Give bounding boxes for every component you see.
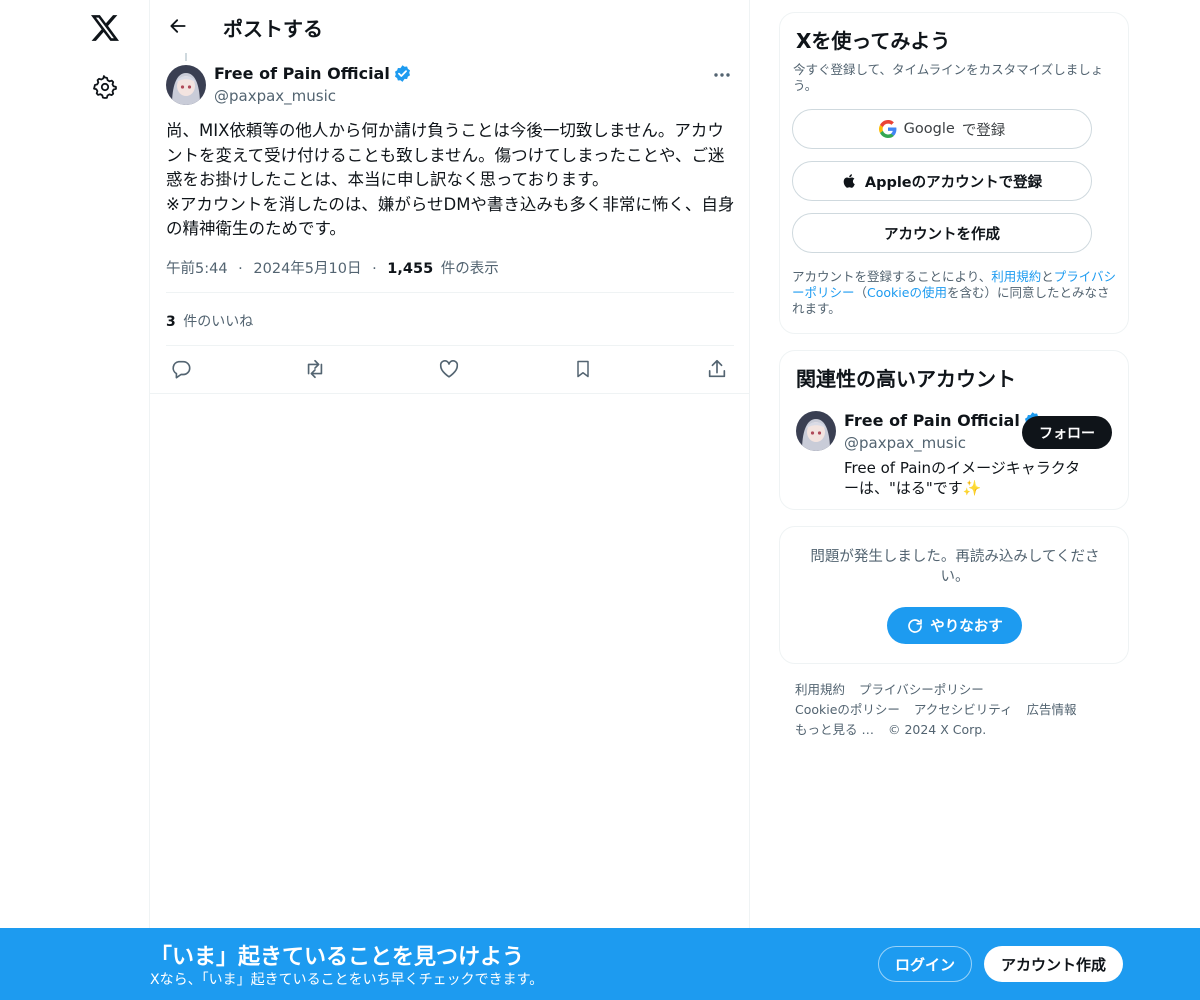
cookie-link[interactable]: Cookieの使用: [867, 285, 947, 300]
terms-paren-open: （: [854, 285, 868, 300]
verified-badge-icon: [394, 65, 410, 82]
related-account-name-text: Free of Pain Official: [844, 411, 1020, 430]
google-signup-button[interactable]: Google で登録: [792, 109, 1092, 149]
post-actions: [166, 356, 734, 382]
likes-count: 3: [166, 314, 176, 330]
related-card-title: 関連性の高いアカウント: [796, 367, 1016, 391]
signup-card: Xを使ってみよう 今すぐ登録して、タイムラインをカスタマイズしましょう。 Goo…: [779, 12, 1129, 334]
refresh-icon: [908, 618, 923, 633]
views-label: 件の表示: [440, 261, 499, 277]
footer-link-accessibility[interactable]: アクセシビリティ: [914, 702, 1013, 717]
signup-terms: アカウントを登録することにより、利用規約とプライバシーポリシー（Cookieの使…: [792, 269, 1120, 317]
gear-icon[interactable]: [87, 69, 123, 105]
avatar[interactable]: [796, 411, 836, 451]
error-card: 問題が発生しました。再読み込みしてください。 やりなおす: [779, 526, 1129, 664]
related-account-name[interactable]: Free of Pain Official: [844, 411, 1042, 430]
footer-link-cookie[interactable]: Cookieのポリシー: [795, 702, 900, 717]
meta-separator: ·: [372, 261, 377, 277]
related-account-handle[interactable]: @paxpax_music: [844, 434, 966, 452]
signup-card-title: Xを使ってみよう: [796, 29, 951, 53]
bookmark-icon[interactable]: [570, 356, 596, 382]
login-button[interactable]: ログイン: [878, 946, 972, 982]
apple-signup-label: Appleのアカウントで登録: [864, 174, 1043, 191]
divider: [150, 393, 750, 394]
like-icon[interactable]: [436, 356, 462, 382]
signup-card-subtitle: 今すぐ登録して、タイムラインをカスタマイズしましょう。: [793, 62, 1104, 93]
footer-link-ads[interactable]: 広告情報: [1027, 702, 1077, 717]
divider: [166, 345, 734, 346]
page-title: ポストする: [223, 17, 323, 41]
author-name-text: Free of Pain Official: [214, 64, 390, 83]
terms-and: と: [1041, 269, 1054, 284]
retry-button[interactable]: やりなおす: [887, 607, 1022, 644]
bottom-signup-banner: 「いま」起きていることを見つけよう Xなら、「いま」起きていることをいち早くチェ…: [0, 928, 1200, 1000]
signup-button[interactable]: アカウント作成: [984, 946, 1123, 982]
thread-connector: [185, 53, 187, 61]
post-text: 尚、MIX依頼等の他人から何か請け負うことは今後一切致しません。アカウントを変え…: [166, 121, 735, 238]
post-date[interactable]: 2024年5月10日: [253, 261, 361, 277]
avatar[interactable]: [166, 65, 206, 105]
main-column: ポストする Free of Pain Official @paxpax_musi…: [149, 0, 750, 1000]
retry-label: やりなおす: [930, 619, 1003, 635]
google-brand-label: Google: [903, 121, 955, 137]
post-meta: 午前5:44 · 2024年5月10日 · 1,455 件の表示: [166, 257, 499, 278]
create-account-label: アカウントを作成: [884, 226, 1000, 243]
views-count: 1,455: [387, 261, 434, 277]
more-options-icon[interactable]: [710, 64, 734, 86]
footer-link-privacy[interactable]: プライバシーポリシー: [859, 682, 984, 697]
likes-summary[interactable]: 3 件のいいね: [166, 311, 253, 331]
top-bar: ポストする: [150, 0, 750, 53]
footer-links: 利用規約 プライバシーポリシー Cookieのポリシー アクセシビリティ 広告情…: [795, 680, 1125, 740]
share-icon[interactable]: [704, 356, 730, 382]
apple-icon: [843, 174, 855, 188]
divider: [166, 292, 734, 293]
google-icon: [878, 120, 897, 138]
google-signup-label: で登録: [961, 122, 1006, 139]
meta-separator: ·: [238, 261, 243, 277]
footer-link-terms[interactable]: 利用規約: [795, 682, 845, 697]
back-button[interactable]: [162, 10, 194, 42]
reply-icon[interactable]: [168, 356, 194, 382]
repost-icon[interactable]: [302, 356, 328, 382]
footer-link-more[interactable]: もっと見る …: [795, 722, 874, 737]
follow-button[interactable]: フォロー: [1022, 416, 1112, 449]
apple-signup-button[interactable]: Appleのアカウントで登録: [792, 161, 1092, 201]
post-time[interactable]: 午前5:44: [166, 261, 228, 277]
related-account-bio: Free of Painのイメージキャラクターは、"はる"です✨: [844, 459, 1081, 497]
create-account-button[interactable]: アカウントを作成: [792, 213, 1092, 253]
related-accounts-card: 関連性の高いアカウント Free of Pain Official @paxpa…: [779, 350, 1129, 510]
arrow-left-icon: [170, 19, 186, 33]
terms-link[interactable]: 利用規約: [991, 269, 1041, 284]
author-handle[interactable]: @paxpax_music: [214, 87, 336, 105]
banner-subtitle: Xなら、「いま」起きていることをいち早くチェックできます。: [150, 972, 544, 988]
likes-label: 件のいいね: [183, 314, 254, 330]
left-nav: [0, 0, 150, 1000]
terms-prefix: アカウントを登録することにより、: [792, 269, 992, 284]
author-name[interactable]: Free of Pain Official: [214, 64, 412, 83]
banner-title: 「いま」起きていることを見つけよう: [150, 945, 525, 970]
x-logo-icon[interactable]: [87, 10, 123, 46]
footer-copyright: © 2024 X Corp.: [887, 722, 987, 737]
error-message: 問題が発生しました。再読み込みしてください。: [810, 549, 1100, 585]
